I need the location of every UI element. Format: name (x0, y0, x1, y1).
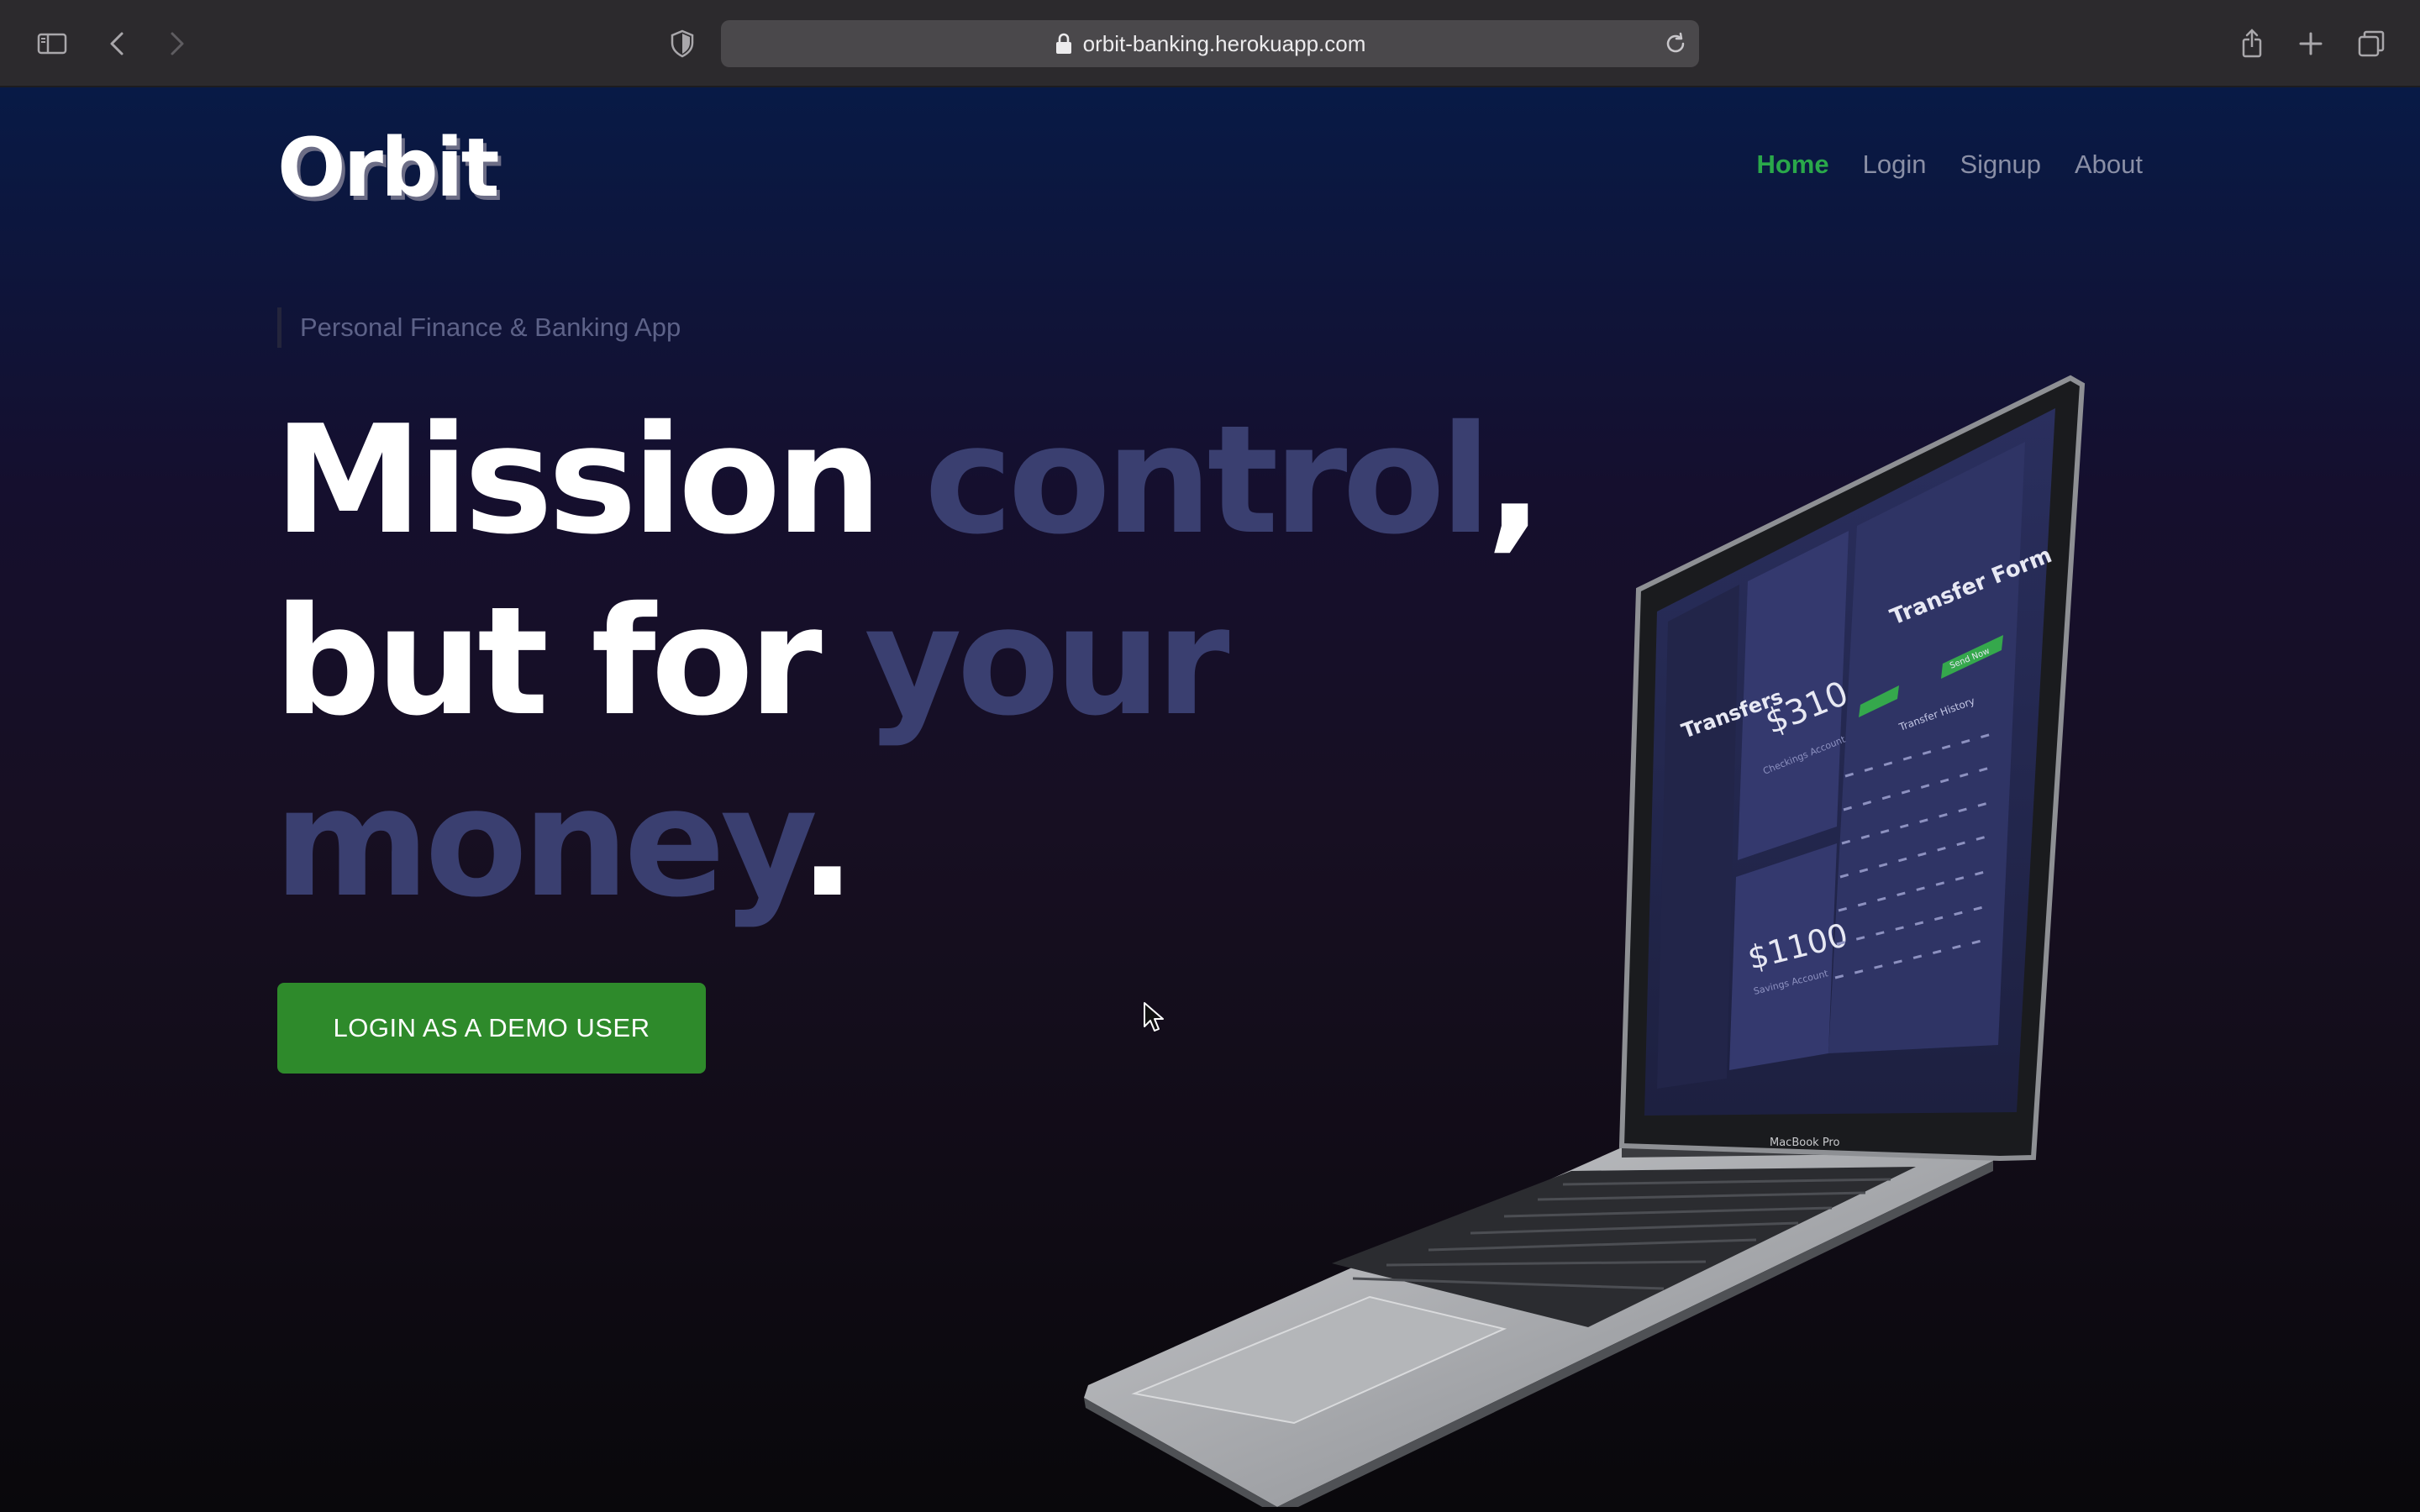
browser-toolbar: orbit-banking.herokuapp.com (0, 0, 2420, 87)
headline-word-highlight: money (274, 756, 804, 930)
lock-icon (1055, 33, 1071, 54)
headline-punct: . (798, 756, 856, 930)
demo-login-button[interactable]: LOGIN AS A DEMO USER (277, 983, 706, 1074)
new-tab-icon[interactable] (2291, 24, 2331, 64)
tagline: Personal Finance & Banking App (300, 312, 681, 342)
site-logo[interactable]: Orbit (277, 121, 499, 215)
forward-icon[interactable] (156, 24, 197, 64)
headline-word: Mission (274, 393, 882, 567)
headline-word: but for (274, 575, 823, 748)
landing-page: Orbit Home Login Signup About Personal F… (0, 87, 2420, 1512)
laptop-brand-label: MacBook Pro (1770, 1137, 1839, 1149)
shield-icon[interactable] (662, 24, 702, 64)
nav-home[interactable]: Home (1756, 150, 1828, 180)
nav-about[interactable]: About (2075, 150, 2143, 180)
reload-icon[interactable] (1662, 30, 1689, 57)
laptop-illustration: Transfers $310 Checkings Account $1100 S… (1084, 375, 2086, 1507)
main-nav: Home Login Signup About (1756, 150, 2143, 180)
nav-signup[interactable]: Signup (1960, 150, 2041, 180)
tagline-block: Personal Finance & Banking App (277, 307, 681, 348)
tabs-overview-icon[interactable] (2351, 24, 2391, 64)
sidebar-icon[interactable] (32, 24, 72, 64)
nav-login[interactable]: Login (1863, 150, 1927, 180)
back-icon[interactable] (97, 24, 138, 64)
share-icon[interactable] (2232, 24, 2272, 64)
address-bar[interactable]: orbit-banking.herokuapp.com (721, 20, 1699, 67)
url-text: orbit-banking.herokuapp.com (1082, 30, 1366, 56)
